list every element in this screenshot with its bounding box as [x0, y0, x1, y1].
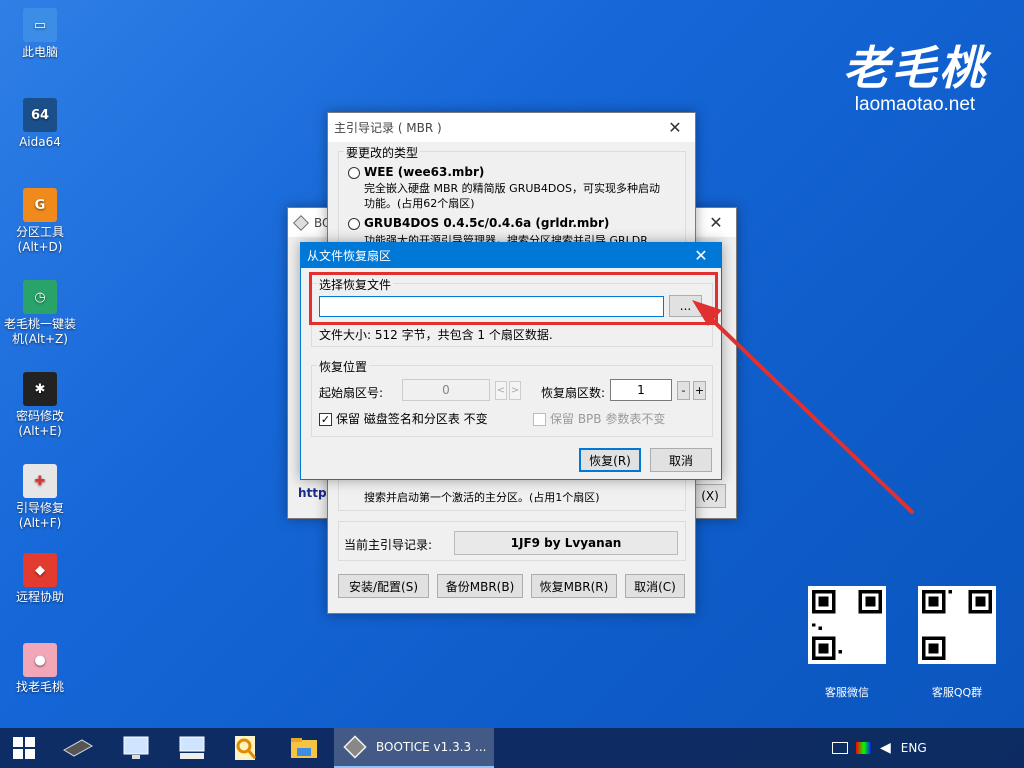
desktop-shortcut-label: 找老毛桃	[15, 680, 64, 694]
brand-cn: 老毛桃	[843, 41, 987, 95]
sector-count-input[interactable]: 1	[610, 379, 672, 401]
restore-mbr-button[interactable]: 恢复MBR(R)	[531, 574, 617, 598]
mbr-titlebar: 主引导记录 ( MBR ) ✕	[328, 113, 695, 142]
keep-bpb-option[interactable]: 保留 BPB 参数表不变	[533, 410, 665, 427]
monitor-color-icon[interactable]	[856, 742, 872, 754]
keep-signature-checkbox[interactable]: ✓	[319, 413, 332, 426]
partition-tool-icon: G	[23, 188, 57, 222]
desktop-shortcut-label: 远程协助	[15, 590, 64, 604]
remote-assist-icon: ◆	[23, 553, 57, 587]
wee-desc: 完全嵌入硬盘 MBR 的精简版 GRUB4DOS，可实现多种启动 功能。(占用6…	[364, 182, 661, 210]
start-sector-label: 起始扇区号:	[319, 386, 384, 400]
keyboard-icon	[179, 736, 205, 759]
keep-bpb-checkbox[interactable]	[533, 413, 546, 426]
wee-label: WEE (wee63.mbr)	[364, 165, 485, 179]
brand-logo: 老毛桃 laomaotao.net	[840, 40, 990, 116]
desktop-shortcut-3[interactable]: ◷ 老毛桃一键装 机(Alt+Z)	[2, 280, 78, 347]
grub4dos-label: GRUB4DOS 0.4.5c/0.4.6a (grldr.mbr)	[364, 216, 610, 230]
control-panel-icon	[123, 736, 149, 759]
grub4dos-radio[interactable]	[348, 217, 360, 230]
keep-signature-label: 保留 磁盘签名和分区表 不变	[336, 412, 488, 426]
current-mbr-label: 当前主引导记录:	[344, 538, 433, 552]
qq-group-qr-label: 客服QQ群	[931, 686, 983, 699]
taskbar-file-explorer[interactable]	[284, 732, 324, 764]
sector-count-decrement-button[interactable]: -	[677, 381, 690, 400]
taskbar-keyboard-tool[interactable]	[172, 732, 212, 764]
file-info-text: 文件大小: 512 字节，共包含 1 个扇区数据.	[319, 328, 553, 342]
volume-icon[interactable]: ◀	[880, 740, 891, 756]
start-sector-decrement-button[interactable]: <	[495, 381, 507, 400]
desktop-shortcut-label: 分区工具 (Alt+D)	[15, 225, 64, 254]
current-mbr-value: 1JF9 by Lvyanan	[454, 531, 678, 555]
mbr-title: 主引导记录 ( MBR )	[334, 121, 442, 135]
desktop-shortcut-7[interactable]: ● 找老毛桃	[2, 643, 78, 695]
sector-count-increment-button[interactable]: +	[693, 381, 706, 400]
restore-cancel-button[interactable]: 取消	[650, 448, 712, 472]
computer-icon: ▭	[23, 8, 57, 42]
wee-radio[interactable]	[348, 166, 360, 179]
wechat-qr-code	[808, 586, 886, 664]
sector-count-label: 恢复扇区数:	[541, 386, 606, 400]
restore-close-button[interactable]: ✕	[681, 243, 721, 268]
bootice-exit-label: (X)	[701, 489, 719, 503]
taskbar-active-label: BOOTICE v1.3.3 ...	[376, 740, 487, 754]
brand-en: laomaotao.net	[854, 94, 976, 115]
bootice-icon	[343, 735, 367, 759]
language-indicator[interactable]: ENG	[901, 741, 927, 755]
system-tray: ◀ ENG	[832, 728, 927, 768]
bootice-close-button[interactable]: ✕	[696, 208, 736, 237]
desktop-shortcut-5[interactable]: ✚ 引导修复 (Alt+F)	[2, 464, 78, 531]
highlight-box	[309, 272, 718, 325]
one-key-install-icon: ◷	[23, 280, 57, 314]
start-sector-increment-button[interactable]: >	[509, 381, 521, 400]
taskbar: BOOTICE v1.3.3 ... ◀ ENG	[0, 728, 1024, 768]
aida64-icon: 64	[23, 98, 57, 132]
taskbar-control-panel[interactable]	[116, 732, 156, 764]
start-button[interactable]	[4, 732, 44, 764]
taskbar-search-tool[interactable]	[226, 732, 266, 764]
mbr-cancel-button[interactable]: 取消(C)	[625, 574, 685, 598]
laomaotao-peach-icon: ●	[23, 643, 57, 677]
mbr-option-wee[interactable]: WEE (wee63.mbr)	[348, 165, 484, 179]
keep-bpb-label: 保留 BPB 参数表不变	[550, 412, 666, 426]
memory-chip-icon	[63, 739, 93, 757]
restore-confirm-button[interactable]: 恢复(R)	[579, 448, 641, 472]
network-icon[interactable]	[832, 742, 848, 754]
qq-group-qr-code	[918, 586, 996, 664]
restore-titlebar: 从文件恢复扇区 ✕	[301, 243, 721, 268]
backup-mbr-button[interactable]: 备份MBR(B)	[437, 574, 523, 598]
desktop-shortcut-label: 密码修改 (Alt+E)	[15, 409, 64, 438]
desktop-shortcut-6[interactable]: ◆ 远程协助	[2, 553, 78, 605]
wechat-qr-label: 客服微信	[825, 686, 869, 699]
taskbar-bootice-app[interactable]: BOOTICE v1.3.3 ...	[334, 728, 494, 768]
password-tool-icon: ✱	[23, 372, 57, 406]
bootice-app-icon	[293, 214, 309, 231]
mbr-partial-desc: 搜索并启动第一个激活的主分区。(占用1个扇区)	[364, 491, 600, 504]
desktop-shortcut-4[interactable]: ✱ 密码修改 (Alt+E)	[2, 372, 78, 439]
keep-signature-option[interactable]: ✓ 保留 磁盘签名和分区表 不变	[319, 410, 488, 427]
desktop-shortcut-1[interactable]: 64 Aida64	[2, 98, 78, 150]
desktop-shortcut-label: 老毛桃一键装 机(Alt+Z)	[3, 317, 76, 346]
install-config-button[interactable]: 安装/配置(S)	[338, 574, 429, 598]
start-icon	[13, 737, 35, 759]
file-explorer-icon	[291, 738, 317, 758]
desktop-shortcut-label: 引导修复 (Alt+F)	[15, 501, 64, 530]
desktop-shortcut-0[interactable]: ▭ 此电脑	[2, 8, 78, 60]
desktop-shortcut-label: Aida64	[19, 135, 61, 149]
desktop-shortcut-2[interactable]: G 分区工具 (Alt+D)	[2, 188, 78, 255]
start-sector-input[interactable]: 0	[402, 379, 490, 401]
mbr-type-group-title: 要更改的类型	[344, 144, 421, 161]
desktop-shortcut-label: 此电脑	[21, 45, 58, 59]
search-magnifier-icon	[235, 736, 257, 760]
taskbar-memory-tool[interactable]	[58, 732, 98, 764]
restore-title: 从文件恢复扇区	[307, 249, 392, 263]
restore-position-group-title: 恢复位置	[317, 358, 370, 375]
mbr-close-button[interactable]: ✕	[655, 113, 695, 142]
boot-repair-icon: ✚	[23, 464, 57, 498]
mbr-option-grub4dos[interactable]: GRUB4DOS 0.4.5c/0.4.6a (grldr.mbr)	[348, 216, 609, 230]
